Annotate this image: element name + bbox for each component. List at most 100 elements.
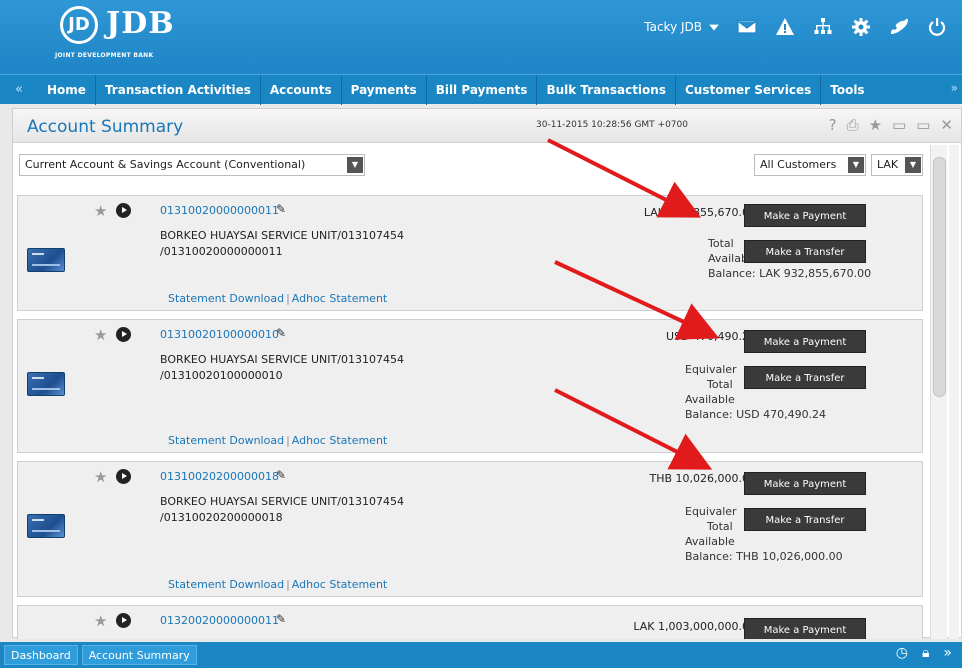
close-icon[interactable]: ✕ <box>940 116 953 134</box>
panel-header: Account Summary 30-11-2015 10:28:56 GMT … <box>13 109 961 143</box>
app-header: JD JDB JOINT DEVELOPMENT BANK Tacky JDB <box>0 0 962 74</box>
account-number-link[interactable]: 01310020000000011 <box>160 204 279 217</box>
make-transfer-button[interactable]: Make a Transfer <box>744 508 866 531</box>
nav-scroll-right-icon[interactable]: » <box>951 81 958 95</box>
account-type-value: Current Account & Savings Account (Conve… <box>25 158 306 171</box>
edit-icon[interactable]: ✎ <box>276 202 286 216</box>
info-available: Available <box>685 393 735 406</box>
warning-icon[interactable] <box>774 16 796 38</box>
account-row: ★ 01310020000000011 ✎ BORKEO HUAYSAI SER… <box>17 195 923 311</box>
make-payment-button[interactable]: Make a Payment <box>744 472 866 495</box>
statement-download-link[interactable]: Statement Download <box>168 292 284 305</box>
vertical-scrollbar[interactable] <box>930 145 947 639</box>
account-name-line: BORKEO HUAYSAI SERVICE UNIT/013107454 <box>160 495 404 508</box>
scrollbar-thumb[interactable] <box>933 157 946 397</box>
user-name[interactable]: Tacky JDB <box>644 20 702 34</box>
adhoc-statement-link[interactable]: Adhoc Statement <box>292 292 387 305</box>
chevron-down-icon[interactable] <box>708 16 720 38</box>
account-balance: LAK 1,003,000,000.00 <box>633 620 756 633</box>
nav-item-tools[interactable]: Tools <box>821 75 873 105</box>
chevron-down-icon[interactable]: ▼ <box>905 157 921 173</box>
edit-icon[interactable]: ✎ <box>276 468 286 482</box>
customers-select[interactable]: All Customers ▼ <box>754 154 866 176</box>
nav-item-bill-payments[interactable]: Bill Payments <box>427 74 538 105</box>
main-nav: « Home Transaction Activities Accounts P… <box>0 74 962 105</box>
account-balance: USD 470,490.24 <box>666 330 756 343</box>
page-title: Account Summary <box>27 117 184 137</box>
nav-item-bulk-transactions[interactable]: Bulk Transactions <box>537 74 676 105</box>
account-row: ★ 01310020100000010 ✎ BORKEO HUAYSAI SER… <box>17 319 923 453</box>
account-name-line: /01310020200000018 <box>160 511 283 524</box>
info-balance: Balance: USD 470,490.24 <box>685 408 827 421</box>
phone-icon[interactable] <box>888 16 910 38</box>
account-name-line: /01310020100000010 <box>160 369 283 382</box>
account-list: ★ 01310020000000011 ✎ BORKEO HUAYSAI SER… <box>17 195 925 639</box>
power-icon[interactable] <box>926 16 948 38</box>
chevron-double-down-icon[interactable]: » <box>943 645 952 661</box>
make-payment-button[interactable]: Make a Payment <box>744 330 866 353</box>
info-balance: Balance: LAK 932,855,670.00 <box>708 267 872 280</box>
play-icon[interactable] <box>116 327 131 342</box>
panel-toolbar: ? ⎙ ★ ▭ ▭ ✕ <box>829 116 953 134</box>
footer-tab-account-summary[interactable]: Account Summary <box>81 645 197 665</box>
make-transfer-button[interactable]: Make a Transfer <box>744 366 866 389</box>
nav-scroll-left-icon[interactable]: « <box>0 82 38 97</box>
account-name-line: BORKEO HUAYSAI SERVICE UNIT/013107454 <box>160 229 404 242</box>
jdb-logo[interactable]: JD JDB JOINT DEVELOPMENT BANK <box>50 4 200 64</box>
statement-download-link[interactable]: Statement Download <box>168 434 284 447</box>
restore-icon[interactable]: ▭ <box>916 116 930 134</box>
statement-links: Statement Download | Adhoc Statement <box>168 578 388 591</box>
mail-icon[interactable] <box>736 16 758 38</box>
statement-download-link[interactable]: Statement Download <box>168 578 284 591</box>
nav-item-customer-services[interactable]: Customer Services <box>676 74 822 105</box>
adhoc-statement-link[interactable]: Adhoc Statement <box>292 434 387 447</box>
logo-subtitle: JOINT DEVELOPMENT BANK <box>55 52 154 59</box>
logo-text: JDB <box>106 6 175 41</box>
clock-icon[interactable]: ◷ <box>896 645 908 661</box>
play-icon[interactable] <box>116 203 131 218</box>
chevron-down-icon[interactable]: ▼ <box>848 157 864 173</box>
star-icon[interactable]: ★ <box>94 202 107 220</box>
account-name: BORKEO HUAYSAI SERVICE UNIT/013107454 /0… <box>160 494 404 526</box>
favorite-star-icon[interactable]: ★ <box>869 116 882 134</box>
customers-value: All Customers <box>760 158 837 171</box>
card-icon <box>27 514 65 538</box>
make-payment-button[interactable]: Make a Payment <box>744 618 866 639</box>
outer-scrollbar[interactable] <box>949 145 959 639</box>
account-number-link[interactable]: 01310020200000018 <box>160 470 279 483</box>
edit-icon[interactable]: ✎ <box>276 612 286 626</box>
edit-icon[interactable]: ✎ <box>276 326 286 340</box>
play-icon[interactable] <box>116 613 131 628</box>
nav-item-payments[interactable]: Payments <box>342 74 427 105</box>
account-name: BORKEO HUAYSAI SERVICE UNIT/013107454 /0… <box>160 228 404 260</box>
adhoc-statement-link[interactable]: Adhoc Statement <box>292 578 387 591</box>
currency-value: LAK <box>877 158 899 171</box>
account-balance: THB 10,026,000.00 <box>649 472 756 485</box>
nav-item-home[interactable]: Home <box>38 74 96 105</box>
star-icon[interactable]: ★ <box>94 326 107 344</box>
settings-icon[interactable] <box>850 16 872 38</box>
make-payment-button[interactable]: Make a Payment <box>744 204 866 227</box>
panel-datetime: 30-11-2015 10:28:56 GMT +0700 <box>536 120 688 130</box>
sitemap-icon[interactable] <box>812 16 834 38</box>
print-icon[interactable]: ⎙ <box>847 116 859 134</box>
account-name-line: BORKEO HUAYSAI SERVICE UNIT/013107454 <box>160 353 404 366</box>
card-icon <box>27 248 65 272</box>
footer-tab-dashboard[interactable]: Dashboard <box>4 645 78 665</box>
chevron-down-icon[interactable]: ▼ <box>347 157 363 173</box>
minimize-icon[interactable]: ▭ <box>892 116 906 134</box>
play-icon[interactable] <box>116 469 131 484</box>
make-transfer-button[interactable]: Make a Transfer <box>744 240 866 263</box>
currency-select[interactable]: LAK ▼ <box>871 154 923 176</box>
nav-item-transaction-activities[interactable]: Transaction Activities <box>96 74 261 105</box>
star-icon[interactable]: ★ <box>94 612 107 630</box>
star-icon[interactable]: ★ <box>94 468 107 486</box>
account-number-link[interactable]: 01320020000000011 <box>160 614 279 627</box>
account-name-line: /01310020000000011 <box>160 245 283 258</box>
nav-item-accounts[interactable]: Accounts <box>261 74 342 105</box>
help-icon[interactable]: ? <box>829 116 837 134</box>
account-type-select[interactable]: Current Account & Savings Account (Conve… <box>19 154 365 176</box>
info-available: Available <box>685 535 735 548</box>
lock-icon[interactable]: 🔒︎ <box>922 645 929 661</box>
account-number-link[interactable]: 01310020100000010 <box>160 328 279 341</box>
